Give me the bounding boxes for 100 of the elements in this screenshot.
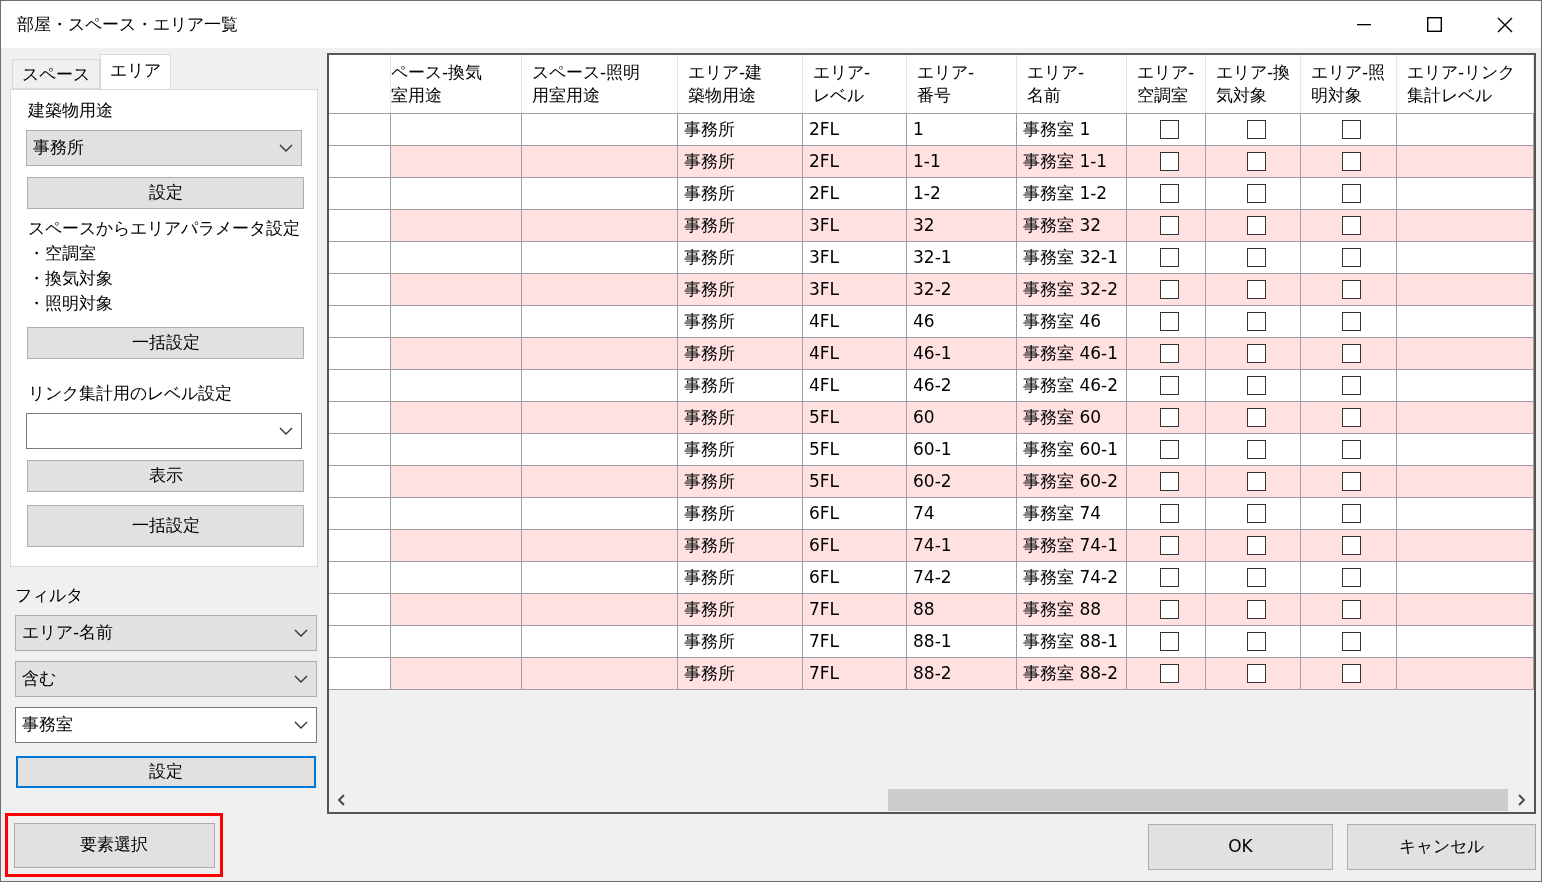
checkbox[interactable] [1159, 408, 1179, 427]
building-use-select[interactable]: 事務所 [26, 129, 302, 166]
table-cell: 事務所 [678, 370, 803, 401]
checkbox[interactable] [1246, 408, 1266, 427]
checkbox[interactable] [1159, 440, 1179, 459]
checkbox[interactable] [1159, 568, 1179, 587]
table-cell: 事務所 [678, 178, 803, 209]
column-header[interactable]: エリア- 空調室 [1127, 55, 1206, 113]
column-header[interactable]: エリア- 名前 [1017, 55, 1127, 113]
table-cell: 事務所 [678, 274, 803, 305]
table-cell: 事務室 46 [1017, 306, 1127, 337]
checkbox[interactable] [1159, 152, 1179, 171]
checkbox[interactable] [1342, 344, 1361, 363]
checkbox[interactable] [1246, 632, 1266, 651]
tab[interactable]: スペース [12, 59, 100, 89]
checkbox[interactable] [1159, 120, 1179, 139]
scroll-left-icon[interactable] [337, 794, 347, 806]
scrollbar-thumb[interactable] [888, 789, 1508, 811]
checkbox[interactable] [1159, 600, 1179, 619]
checkbox[interactable] [1342, 408, 1361, 427]
checkbox[interactable] [1342, 440, 1361, 459]
checkbox[interactable] [1342, 568, 1361, 587]
table-cell: 3FL [803, 210, 907, 241]
checkbox[interactable] [1159, 344, 1179, 363]
building-use-label: 建築物用途 [27, 99, 114, 122]
checkbox[interactable] [1342, 184, 1361, 203]
table-cell: 60 [907, 402, 1017, 433]
checkbox[interactable] [1342, 312, 1361, 331]
table-cell: 74 [907, 498, 1017, 529]
checkbox[interactable] [1246, 120, 1266, 139]
checkbox[interactable] [1246, 312, 1266, 331]
bulk-set-button[interactable]: 一括設定 [27, 505, 304, 547]
checkbox[interactable] [1342, 632, 1361, 651]
checkbox[interactable] [1159, 376, 1179, 395]
checkbox[interactable] [1246, 440, 1266, 459]
checkbox[interactable] [1246, 184, 1266, 203]
checkbox[interactable] [1159, 248, 1179, 267]
table-cell: 事務所 [678, 402, 803, 433]
column-header[interactable]: エリア- レベル [803, 55, 907, 113]
checkbox[interactable] [1159, 536, 1179, 555]
parameter-text: ・換気対象 [28, 266, 114, 290]
column-header[interactable]: エリア-換 気対象 [1206, 55, 1301, 113]
checkbox[interactable] [1246, 472, 1266, 491]
checkbox[interactable] [1342, 504, 1361, 523]
filter-set-button[interactable]: 設定 [16, 755, 316, 788]
column-header[interactable]: ペース-換気 室用途 [391, 55, 522, 113]
checkbox[interactable] [1246, 376, 1266, 395]
checkbox[interactable] [1246, 248, 1266, 267]
scroll-right-icon[interactable] [1516, 794, 1526, 806]
checkbox[interactable] [1342, 216, 1361, 235]
filter-value-combo[interactable]: 事務室 [15, 706, 317, 743]
bulk-set-button[interactable]: 一括設定 [27, 326, 304, 359]
table-cell: 32 [907, 210, 1017, 241]
cancel-button[interactable]: キャンセル [1347, 824, 1536, 870]
checkbox[interactable] [1246, 664, 1266, 683]
checkbox[interactable] [1246, 600, 1266, 619]
column-header[interactable]: スペース-照明 用室用途 [522, 55, 678, 113]
checkbox[interactable] [1342, 120, 1361, 139]
checkbox[interactable] [1246, 216, 1266, 235]
column-header[interactable]: エリア-リンク 集計レベル [1397, 55, 1534, 113]
checkbox[interactable] [1246, 280, 1266, 299]
checkbox[interactable] [1342, 280, 1361, 299]
filter-field-select[interactable]: エリア-名前 [15, 614, 317, 651]
checkbox[interactable] [1342, 472, 1361, 491]
checkbox[interactable] [1246, 568, 1266, 587]
show-button[interactable]: 表示 [27, 460, 304, 492]
checkbox[interactable] [1342, 248, 1361, 267]
checkbox[interactable] [1342, 600, 1361, 619]
checkbox[interactable] [1342, 536, 1361, 555]
checkbox[interactable] [1159, 184, 1179, 203]
checkbox[interactable] [1159, 504, 1179, 523]
checkbox[interactable] [1159, 280, 1179, 299]
filter-condition-select[interactable]: 含む [15, 660, 317, 697]
checkbox[interactable] [1159, 664, 1179, 683]
table-cell: 46-2 [907, 370, 1017, 401]
link-level-select[interactable] [26, 413, 302, 449]
checkbox[interactable] [1342, 376, 1361, 395]
ok-button[interactable]: OK [1148, 824, 1333, 870]
checkbox[interactable] [1159, 472, 1179, 491]
checkbox[interactable] [1159, 632, 1179, 651]
table-cell: 事務所 [678, 594, 803, 625]
table-cell: 4FL [803, 306, 907, 337]
table-cell: 事務所 [678, 626, 803, 657]
select-elements-button[interactable]: 要素選択 [13, 822, 215, 868]
checkbox[interactable] [1159, 216, 1179, 235]
checkbox[interactable] [1246, 504, 1266, 523]
checkbox[interactable] [1342, 152, 1361, 171]
checkbox[interactable] [1246, 536, 1266, 555]
column-header[interactable]: エリア-建 築物用途 [678, 55, 803, 113]
column-header[interactable]: エリア-照 明対象 [1301, 55, 1397, 113]
tab[interactable]: エリア [100, 54, 171, 89]
checkbox[interactable] [1246, 344, 1266, 363]
checkbox[interactable] [1342, 664, 1361, 683]
table-cell: 1-1 [907, 146, 1017, 177]
column-header[interactable]: エリア- 番号 [907, 55, 1017, 113]
table-cell: 事務室 32-2 [1017, 274, 1127, 305]
checkbox[interactable] [1246, 152, 1266, 171]
checkbox[interactable] [1159, 312, 1179, 331]
set-button[interactable]: 設定 [27, 176, 304, 209]
table-cell: 事務所 [678, 210, 803, 241]
